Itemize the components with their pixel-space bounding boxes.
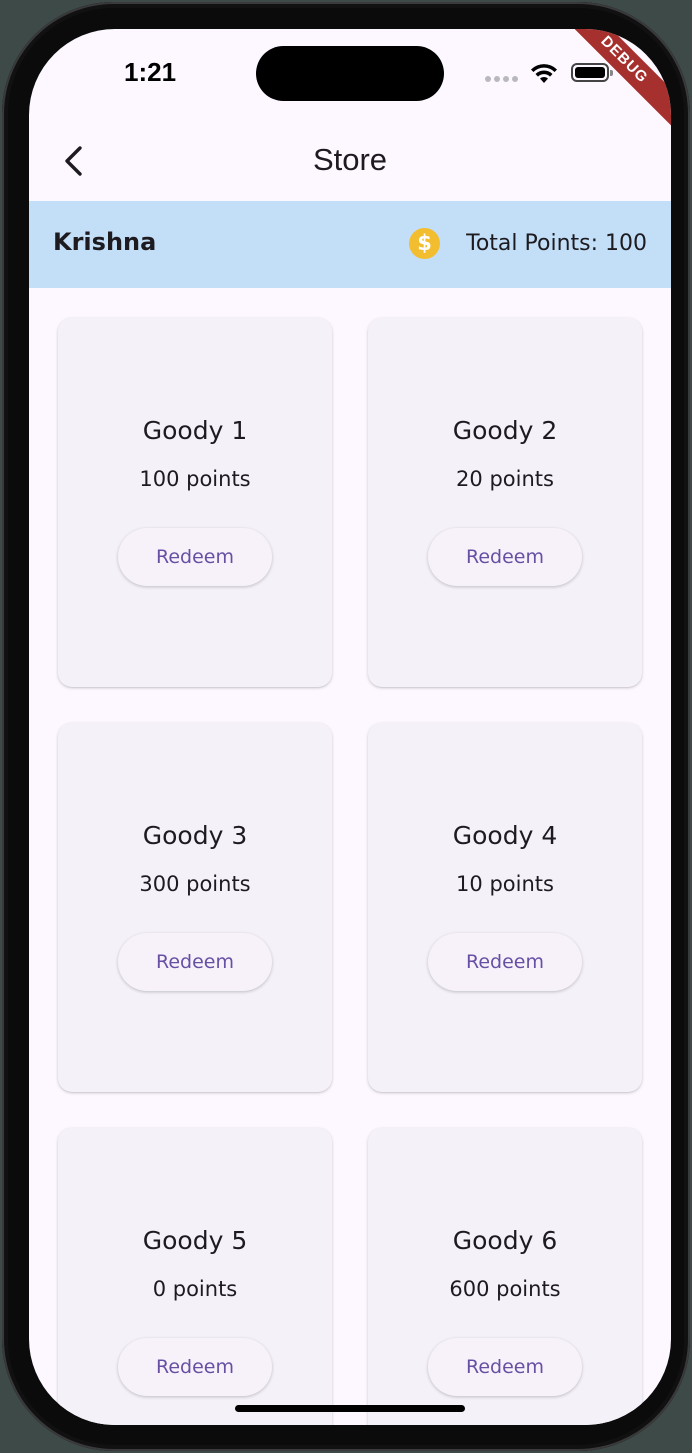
redeem-button[interactable]: Redeem bbox=[118, 933, 272, 991]
goody-card: Goody 6 600 points Redeem bbox=[368, 1128, 642, 1425]
goody-name: Goody 5 bbox=[142, 1226, 248, 1255]
goody-points: 10 points bbox=[456, 872, 554, 896]
goody-card: Goody 1 100 points Redeem bbox=[58, 318, 332, 687]
redeem-button[interactable]: Redeem bbox=[118, 528, 272, 586]
redeem-button[interactable]: Redeem bbox=[118, 1338, 272, 1396]
cellular-signal-icon bbox=[485, 76, 518, 82]
goody-card: Goody 5 0 points Redeem bbox=[58, 1128, 332, 1425]
app-bar: Store bbox=[29, 129, 671, 201]
redeem-button[interactable]: Redeem bbox=[428, 933, 582, 991]
wifi-icon bbox=[531, 64, 557, 83]
goody-name: Goody 6 bbox=[452, 1226, 558, 1255]
goody-card: Goody 2 20 points Redeem bbox=[368, 318, 642, 687]
page-title: Store bbox=[312, 142, 388, 177]
battery-icon bbox=[571, 63, 613, 82]
goody-points: 20 points bbox=[456, 467, 554, 491]
goody-name: Goody 3 bbox=[142, 821, 248, 850]
goody-points: 100 points bbox=[139, 467, 251, 491]
goody-name: Goody 1 bbox=[142, 416, 248, 445]
dynamic-island bbox=[256, 46, 444, 101]
user-points-banner: Krishna $ Total Points: 100 bbox=[29, 201, 671, 288]
goody-card: Goody 4 10 points Redeem bbox=[368, 723, 642, 1092]
total-points-label: Total Points: 100 bbox=[466, 231, 647, 256]
home-indicator[interactable] bbox=[235, 1405, 465, 1412]
redeem-button[interactable]: Redeem bbox=[428, 528, 582, 586]
dollar-coin-icon: $ bbox=[409, 228, 440, 259]
user-name: Krishna bbox=[53, 228, 157, 256]
phone-frame: 1:21 DEBUG Store Krishna $ Total Points:… bbox=[2, 2, 690, 1451]
goody-points: 0 points bbox=[152, 1277, 238, 1301]
app-screen: 1:21 DEBUG Store Krishna $ Total Points:… bbox=[29, 29, 671, 1425]
goody-name: Goody 2 bbox=[452, 416, 558, 445]
status-time: 1:21 bbox=[124, 57, 177, 87]
goody-card: Goody 3 300 points Redeem bbox=[58, 723, 332, 1092]
goody-name: Goody 4 bbox=[452, 821, 558, 850]
redeem-button[interactable]: Redeem bbox=[428, 1338, 582, 1396]
goody-points: 300 points bbox=[139, 872, 251, 896]
goody-points: 600 points bbox=[449, 1277, 561, 1301]
